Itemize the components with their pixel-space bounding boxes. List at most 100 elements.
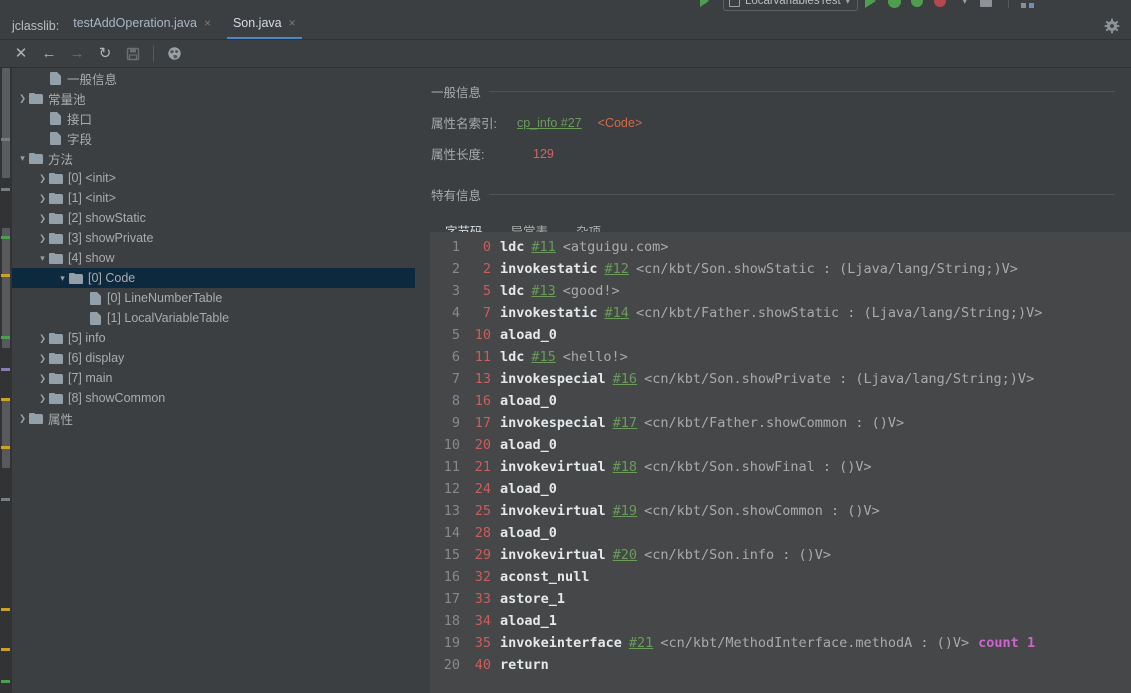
tree-node[interactable]: [8] showCommon [12,388,415,408]
bytecode-count: count 1 [978,635,1036,651]
line-number: 14 [443,525,460,541]
bytecode-argument: <good!> [562,283,620,299]
tree-node-label: [5] info [68,331,106,345]
tree-node[interactable]: 属性 [12,408,415,428]
line-number: 15 [443,547,460,563]
gear-icon[interactable] [1103,17,1121,35]
layout-icon[interactable] [1020,0,1037,9]
error-stripe-mark[interactable] [1,188,10,191]
chevron-right-icon[interactable] [36,213,49,224]
more-icon[interactable]: ▾ [957,0,973,9]
chevron-down-icon[interactable] [56,273,69,284]
reload-icon[interactable]: ↻ [92,42,118,66]
chevron-right-icon[interactable] [36,233,49,244]
tree-node[interactable]: [0] Code [12,268,415,288]
constant-pool-ref-link[interactable]: #11 [531,236,555,258]
constant-pool-ref-link[interactable]: #14 [605,302,629,324]
chevron-right-icon[interactable] [36,373,49,384]
chevron-down-icon[interactable]: ▾ [846,0,850,6]
tree-node[interactable]: 方法 [12,148,415,168]
constant-pool-ref-link[interactable]: #18 [613,456,637,478]
error-stripe-mark[interactable] [1,446,10,449]
error-stripe-mark[interactable] [1,138,10,141]
bytecode-line: 3 5 ldc #13 <good!> [430,280,1131,302]
attribute-length-row: 属性长度: 129 [431,144,1131,163]
error-stripe-mark[interactable] [1,274,10,277]
close-icon[interactable]: × [289,17,296,34]
constant-pool-ref-link[interactable]: #17 [613,412,637,434]
tree-node[interactable]: [2] showStatic [12,208,415,228]
folder-icon [49,372,63,384]
config-icon [729,0,740,7]
error-stripe-mark[interactable] [1,336,10,339]
error-stripe-mark[interactable] [1,498,10,501]
close-icon[interactable]: × [204,17,211,34]
error-stripe-mark[interactable] [1,398,10,401]
attribute-length-label: 属性长度: [431,148,485,162]
chevron-down-icon[interactable] [36,253,49,264]
error-stripe-mark[interactable] [1,680,10,683]
error-stripe-mark[interactable] [1,648,10,651]
run-configuration-selector[interactable]: LocalVariablesTest ▾ [723,0,858,11]
close-icon[interactable]: ✕ [8,42,34,66]
error-stripe-mark[interactable] [1,236,10,239]
chevron-right-icon[interactable] [16,93,29,104]
tree-node[interactable]: 字段 [12,128,415,148]
class-structure-tree[interactable]: 一般信息常量池接口字段方法 [0] <init> [1] <init> [2] sho… [12,68,415,693]
chevron-right-icon[interactable] [16,413,29,424]
bytecode-scrollbar[interactable] [1120,232,1131,693]
tree-node[interactable]: 接口 [12,108,415,128]
chevron-right-icon[interactable] [36,173,49,184]
scrollbar-thumb-2[interactable] [2,228,10,348]
debug-icon[interactable] [887,0,904,9]
bytecode-listing[interactable]: 1 0 ldc #11 <atguigu.com> 2 2 invokestatic #12 <c… [430,232,1131,693]
constant-pool-ref-link[interactable]: #15 [531,346,555,368]
tree-node-label: [8] showCommon [68,391,166,405]
constant-pool-ref-link[interactable]: #20 [613,544,637,566]
constant-pool-ref-link[interactable]: #16 [613,368,637,390]
editor-error-stripe[interactable] [0,68,12,693]
tree-node[interactable]: [0] <init> [12,168,415,188]
section-divider [489,194,1115,195]
tab-testAddOperation[interactable]: testAddOperation.java × [59,12,219,39]
chevron-right-icon[interactable] [36,333,49,344]
scrollbar-thumb-3[interactable] [2,398,10,468]
error-stripe-mark[interactable] [1,368,10,371]
tree-node[interactable]: [5] info [12,328,415,348]
constant-pool-ref-link[interactable]: #12 [605,258,629,280]
bytecode-opcode: ldc [500,283,525,299]
constant-pool-ref-link[interactable]: #13 [531,280,555,302]
tree-node[interactable]: [0] LineNumberTable [12,288,415,308]
run-icon[interactable] [864,0,881,9]
constant-pool-ref-link[interactable]: #21 [629,632,653,654]
tree-node[interactable]: [1] <init> [12,188,415,208]
tree-node[interactable]: [3] showPrivate [12,228,415,248]
tree-node[interactable]: 常量池 [12,88,415,108]
tree-node-label: [6] display [68,351,125,365]
browse-globe-icon[interactable] [161,42,187,66]
chevron-down-icon[interactable] [16,153,29,164]
chevron-right-icon[interactable] [36,353,49,364]
tree-node[interactable]: [6] display [12,348,415,368]
profile-icon[interactable] [933,0,950,9]
constant-pool-ref-link[interactable]: #19 [613,500,637,522]
tree-node[interactable]: [7] main [12,368,415,388]
forward-icon[interactable]: → [64,42,90,66]
chevron-right-icon[interactable] [36,393,49,404]
tree-node[interactable]: [4] show [12,248,415,268]
tab-Son[interactable]: Son.java × [219,12,304,39]
stop-icon[interactable] [979,0,996,9]
error-stripe-mark[interactable] [1,608,10,611]
run-arrow-icon[interactable] [700,0,716,9]
save-icon[interactable] [120,42,146,66]
run-with-coverage-icon[interactable] [910,0,927,9]
bytecode-line: 8 16 aload_0 [430,390,1131,412]
back-icon[interactable]: ← [36,42,62,66]
scrollbar-thumb[interactable] [2,68,10,178]
bytecode-opcode: invokevirtual [500,503,606,519]
chevron-right-icon[interactable] [36,193,49,204]
tree-node[interactable]: 一般信息 [12,68,415,88]
tree-node[interactable]: [1] LocalVariableTable [12,308,415,328]
bytecode-argument: <cn/kbt/MethodInterface.methodA : ()V> [660,635,970,651]
cp-info-link[interactable]: cp_info #27 [517,116,582,130]
